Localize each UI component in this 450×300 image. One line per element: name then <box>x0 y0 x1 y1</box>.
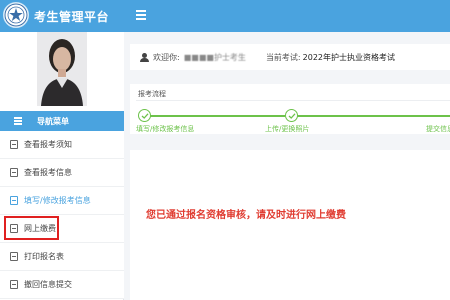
emblem-logo-icon <box>3 2 29 28</box>
sidebar-item-withdraw-submission[interactable]: 撤回信息提交 <box>0 271 124 299</box>
document-icon <box>10 140 18 149</box>
sidebar-item-label: 查看报考信息 <box>24 168 72 177</box>
step-check-icon <box>285 109 298 122</box>
step-label: 填写/修改报考信息 <box>136 125 195 133</box>
main-content: 欢迎你: ■■■■护士考生 当前考试: 2022年护士执业资格考试 报考流程 填… <box>124 32 450 300</box>
sidebar-item-label: 填写/修改报考信息 <box>24 196 91 205</box>
sidebar-item-edit-info[interactable]: 填写/修改报考信息 <box>0 187 124 215</box>
divider <box>136 100 450 101</box>
sidebar-item-print-form[interactable]: 打印报名表 <box>0 243 124 271</box>
app-title: 考生管理平台 <box>34 10 110 24</box>
flow-connector <box>297 115 450 117</box>
step-check-icon <box>138 109 151 122</box>
step-label: 提交信息 <box>426 125 450 133</box>
sidebar-item-label: 撤回信息提交 <box>24 280 72 289</box>
user-icon <box>140 52 149 62</box>
step-label: 上传/更换照片 <box>265 125 310 133</box>
nav-menu-header: 导航菜单 <box>0 111 124 131</box>
flow-title: 报考流程 <box>138 90 166 98</box>
sidebar-item-view-info[interactable]: 查看报考信息 <box>0 159 124 187</box>
exam-name: 2022年护士执业资格考试 <box>302 52 395 62</box>
list-icon <box>14 117 23 125</box>
greeting-label: 欢迎你: <box>153 52 180 62</box>
avatar <box>37 32 87 106</box>
nav-menu-title: 导航菜单 <box>37 116 69 126</box>
document-icon <box>10 168 18 177</box>
highlight-box <box>4 216 59 240</box>
avatar-area <box>0 32 124 111</box>
document-icon <box>10 280 18 289</box>
exam-label: 当前考试: <box>265 52 301 62</box>
sidebar-item-label: 打印报名表 <box>24 252 64 261</box>
document-icon <box>10 196 18 205</box>
payment-notice-text: 您已通过报名资格审核，请及时进行网上缴费 <box>146 210 346 221</box>
top-header: 考生管理平台 <box>0 0 450 32</box>
hamburger-menu-icon[interactable] <box>132 6 150 24</box>
user-name: ■■■■护士考生 <box>183 52 246 62</box>
registration-flow-panel: 报考流程 填写/修改报考信息 上传/更换照片 提交信息 <box>130 84 450 134</box>
welcome-bar: 欢迎你: ■■■■护士考生 当前考试: 2022年护士执业资格考试 <box>130 44 450 70</box>
notice-panel: 您已通过报名资格审核，请及时进行网上缴费 <box>130 150 450 300</box>
sidebar: 导航菜单 查看报考须知 查看报考信息 填写/修改报考信息 网上缴费 打印报名表 … <box>0 32 124 300</box>
sidebar-item-view-notice[interactable]: 查看报考须知 <box>0 131 124 159</box>
document-icon <box>10 252 18 261</box>
flow-connector <box>150 115 285 117</box>
sidebar-item-label: 查看报考须知 <box>24 140 72 149</box>
